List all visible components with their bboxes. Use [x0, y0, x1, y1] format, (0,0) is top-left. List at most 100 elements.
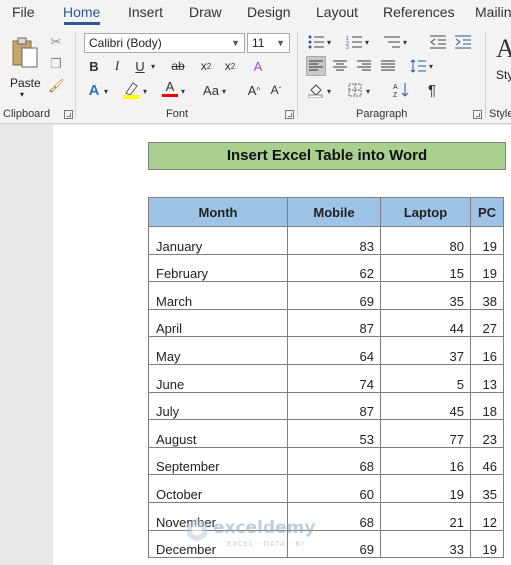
cut-icon[interactable]: ✂ [48, 34, 64, 50]
cell-pc[interactable]: 19 [470, 253, 504, 283]
cell-laptop[interactable]: 19 [380, 474, 471, 503]
cell-pc[interactable]: 19 [470, 529, 504, 559]
cell-pc[interactable]: 13 [470, 363, 504, 393]
cell-mobile[interactable]: 87 [287, 391, 381, 421]
data-table[interactable]: Month Mobile Laptop PC January 83 80 19 Febr… [148, 197, 504, 559]
cell-month[interactable]: April [148, 308, 288, 338]
cell-mobile[interactable]: 53 [287, 419, 381, 448]
font-name-select[interactable]: Calibri (Body) ▼ [84, 33, 245, 53]
cell-mobile[interactable]: 62 [287, 253, 381, 283]
cell-mobile[interactable]: 64 [287, 336, 381, 365]
text-effects-icon[interactable]: A [84, 80, 104, 100]
font-color-icon[interactable]: A [160, 78, 180, 98]
cell-month[interactable]: February [148, 253, 288, 283]
cell-pc[interactable]: 38 [470, 281, 504, 310]
cell-pc[interactable]: 19 [470, 226, 504, 255]
column-header-month[interactable]: Month [148, 197, 288, 227]
align-right-icon[interactable] [354, 56, 374, 76]
chevron-down-icon[interactable]: ▾ [365, 35, 369, 51]
cell-month[interactable]: May [148, 336, 288, 365]
shading-icon[interactable] [306, 80, 326, 100]
tab-home[interactable]: Home [63, 4, 100, 20]
column-header-pc[interactable]: PC [470, 197, 504, 227]
chevron-down-icon[interactable]: ▾ [151, 59, 155, 75]
cell-laptop[interactable]: 77 [380, 419, 471, 448]
cell-pc[interactable]: 16 [470, 336, 504, 365]
cell-pc[interactable]: 27 [470, 308, 504, 338]
tab-design[interactable]: Design [247, 4, 291, 20]
chevron-down-icon[interactable]: ▾ [104, 84, 108, 100]
cell-mobile[interactable]: 60 [287, 474, 381, 503]
chevron-down-icon[interactable]: ▾ [429, 59, 433, 75]
chevron-down-icon[interactable]: ▾ [327, 84, 331, 100]
subscript-icon[interactable]: x2 [196, 56, 216, 76]
show-formatting-icon[interactable]: ¶ [422, 80, 442, 100]
cell-laptop[interactable]: 21 [380, 501, 471, 531]
cell-month[interactable]: August [148, 419, 288, 448]
cell-mobile[interactable]: 69 [287, 529, 381, 559]
paragraph-launcher-icon[interactable] [473, 110, 482, 119]
cell-pc[interactable]: 18 [470, 391, 504, 421]
tab-file[interactable]: File [12, 4, 35, 20]
document-title[interactable]: Insert Excel Table into Word [148, 142, 506, 170]
clipboard-launcher-icon[interactable] [64, 110, 73, 119]
cell-pc[interactable]: 46 [470, 446, 504, 476]
bold-icon[interactable]: B [84, 56, 104, 76]
cell-laptop[interactable]: 16 [380, 446, 471, 476]
cell-laptop[interactable]: 44 [380, 308, 471, 338]
increase-indent-icon[interactable] [453, 32, 473, 52]
styles-button[interactable]: A Sty [495, 34, 511, 100]
cell-mobile[interactable]: 74 [287, 363, 381, 393]
column-header-mobile[interactable]: Mobile [287, 197, 381, 227]
tab-draw[interactable]: Draw [189, 4, 222, 20]
numbering-icon[interactable]: 123 [344, 32, 364, 52]
chevron-down-icon[interactable]: ▾ [143, 84, 147, 100]
chevron-down-icon[interactable]: ▾ [366, 84, 370, 100]
cell-laptop[interactable]: 45 [380, 391, 471, 421]
line-spacing-icon[interactable] [408, 56, 428, 76]
italic-icon[interactable]: I [107, 56, 127, 76]
copy-icon[interactable]: ❐ [48, 56, 64, 72]
chevron-down-icon[interactable]: ▾ [403, 35, 407, 51]
cell-laptop[interactable]: 35 [380, 281, 471, 310]
highlight-icon[interactable] [121, 80, 141, 100]
chevron-down-icon[interactable]: ▾ [181, 84, 185, 100]
cell-laptop[interactable]: 37 [380, 336, 471, 365]
paste-button[interactable]: Paste ▾ [6, 34, 42, 100]
underline-icon[interactable]: U [130, 56, 150, 76]
grow-font-icon[interactable]: A ^ [244, 80, 264, 100]
shrink-font-icon[interactable]: Aˇ [266, 80, 286, 100]
format-painter-icon[interactable]: 🖌 [48, 78, 65, 94]
cell-month[interactable]: January [148, 226, 288, 255]
cell-pc[interactable]: 35 [470, 474, 504, 503]
chevron-down-icon[interactable]: ▾ [222, 84, 226, 100]
tab-insert[interactable]: Insert [128, 4, 163, 20]
cell-laptop[interactable]: 5 [380, 363, 471, 393]
cell-month[interactable]: September [148, 446, 288, 476]
change-case-icon[interactable]: Aa [201, 80, 221, 100]
chevron-down-icon[interactable]: ▾ [327, 35, 331, 51]
tab-mailings[interactable]: Mailin [475, 4, 511, 20]
tab-references[interactable]: References [383, 4, 455, 20]
cell-laptop[interactable]: 33 [380, 529, 471, 559]
align-left-icon[interactable] [306, 56, 326, 76]
bullets-icon[interactable] [306, 32, 326, 52]
font-launcher-icon[interactable] [285, 110, 294, 119]
cell-mobile[interactable]: 83 [287, 226, 381, 255]
borders-icon[interactable] [345, 80, 365, 100]
cell-month[interactable]: December [148, 529, 288, 559]
cell-month[interactable]: July [148, 391, 288, 421]
sort-icon[interactable]: AZ [391, 80, 411, 100]
cell-month[interactable]: November [148, 501, 288, 531]
cell-mobile[interactable]: 68 [287, 446, 381, 476]
column-header-laptop[interactable]: Laptop [380, 197, 471, 227]
cell-pc[interactable]: 12 [470, 501, 504, 531]
font-size-select[interactable]: 11 ▼ [247, 33, 290, 53]
cell-pc[interactable]: 23 [470, 419, 504, 448]
cell-mobile[interactable]: 69 [287, 281, 381, 310]
cell-laptop[interactable]: 15 [380, 253, 471, 283]
decrease-indent-icon[interactable] [428, 32, 448, 52]
cell-month[interactable]: March [148, 281, 288, 310]
cell-month[interactable]: June [148, 363, 288, 393]
tab-layout[interactable]: Layout [316, 4, 358, 20]
